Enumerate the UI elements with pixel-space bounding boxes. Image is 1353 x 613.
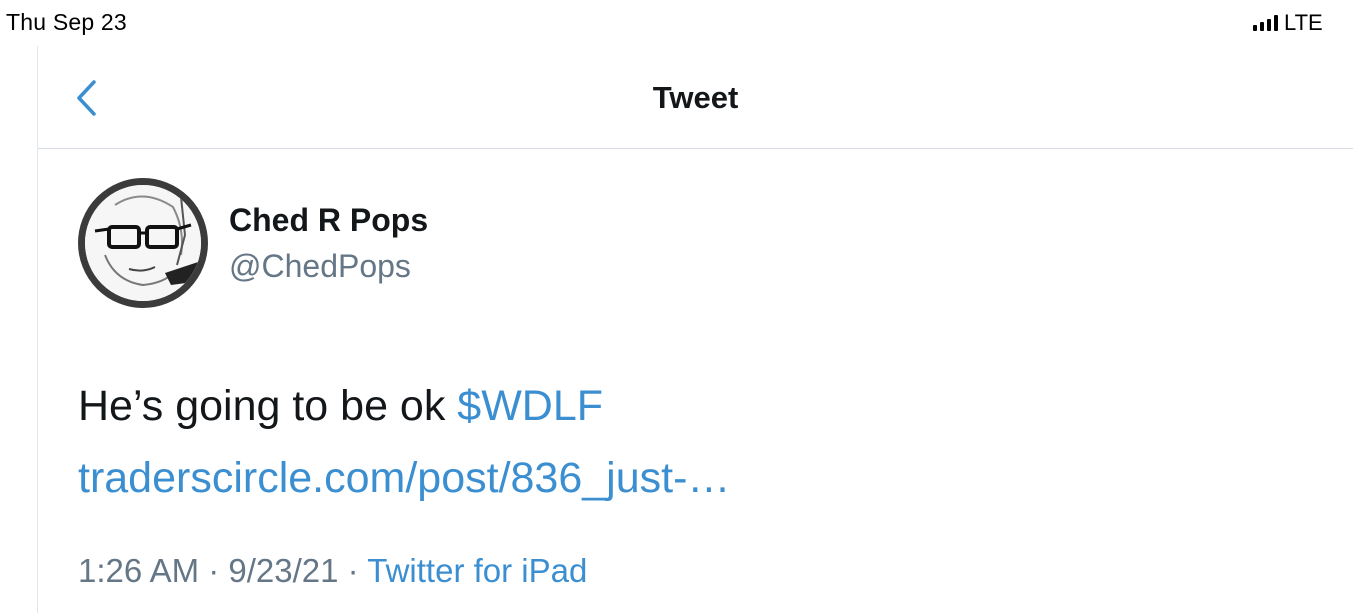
status-indicators: LTE [1253,9,1353,37]
tweet-source-link[interactable]: Twitter for iPad [367,552,587,589]
tweet-text: He’s going to be ok $WDLF traderscircle.… [78,370,1318,514]
page-title: Tweet [652,80,739,115]
meta-separator: · [199,552,229,589]
author-name[interactable]: Ched R Pops [229,202,428,239]
tweet-metadata: 1:26 AM · 9/23/21 · Twitter for iPad [78,552,587,590]
author-handle[interactable]: @ChedPops [229,248,411,285]
status-bar: Thu Sep 23 LTE [0,0,1353,46]
meta-separator: · [338,552,368,589]
avatar-image [85,185,201,301]
tweet-date: 9/23/21 [228,552,339,589]
tweet-url-link[interactable]: traderscircle.com/post/836_just-… [78,454,730,502]
cellular-signal-icon [1253,15,1278,31]
status-date: Thu Sep 23 [6,9,127,35]
cashtag-link[interactable]: $WDLF [457,382,603,430]
tweet-time: 1:26 AM [78,552,200,589]
navigation-bar: Tweet [38,46,1353,149]
tweet-text-content: He’s going to be ok [78,382,458,430]
avatar[interactable] [78,178,208,308]
network-type: LTE [1284,10,1323,35]
